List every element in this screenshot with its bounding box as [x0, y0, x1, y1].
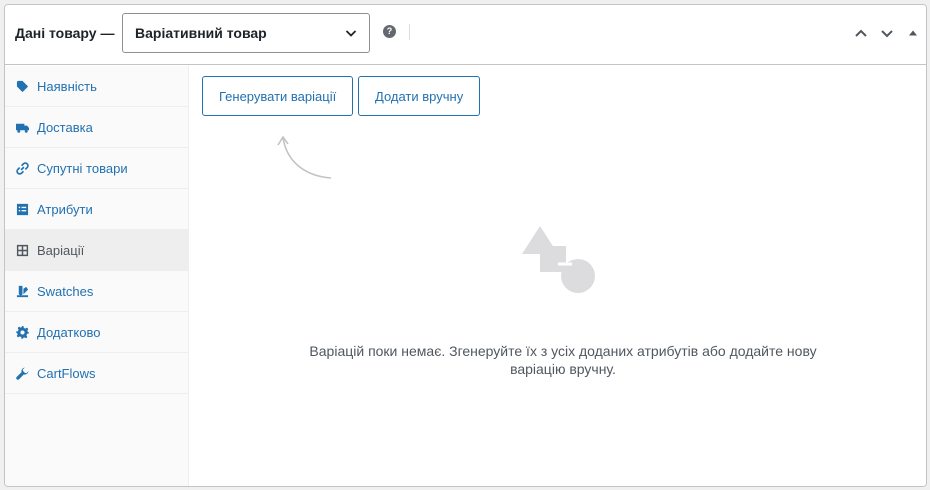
tab-label: Додатково	[37, 324, 101, 340]
toggle-panel-button[interactable]	[905, 25, 921, 41]
product-data-panel: Дані товару — Варіативний товар ? Наявні…	[4, 4, 927, 487]
triangle-up-icon	[909, 30, 917, 36]
tab-cartflows[interactable]: CartFlows	[5, 353, 188, 394]
add-manually-button[interactable]: Додати вручну	[358, 76, 481, 116]
tab-label: Атрибути	[37, 201, 93, 217]
tab-advanced[interactable]: Додатково	[5, 312, 188, 353]
chevron-up-icon	[855, 29, 867, 37]
gear-icon	[15, 325, 29, 339]
tab-inventory[interactable]: Наявність	[5, 66, 188, 107]
move-up-button[interactable]	[853, 25, 869, 41]
product-type-value: Варіативний товар	[135, 25, 267, 41]
tab-label: Варіації	[37, 242, 85, 258]
empty-state-line: варіацію вручну.	[510, 361, 616, 377]
link-icon	[15, 161, 29, 175]
variations-panel: Генерувати варіації Додати вручну Варіац…	[190, 66, 926, 486]
panel-title: Дані товару —	[15, 25, 115, 41]
tab-label: Swatches	[37, 283, 94, 299]
tab-attributes[interactable]: Атрибути	[5, 189, 188, 230]
tab-label: Доставка	[37, 119, 93, 135]
curved-arrow-icon	[277, 135, 332, 179]
help-icon[interactable]: ?	[383, 25, 396, 38]
swatches-icon	[15, 284, 29, 298]
tab-label: Наявність	[37, 78, 97, 94]
tab-label: Супутні товари	[37, 160, 128, 176]
header-divider	[409, 24, 410, 40]
tab-linked-products[interactable]: Супутні товари	[5, 148, 188, 189]
product-type-select[interactable]: Варіативний товар	[122, 13, 370, 53]
generate-variations-button[interactable]: Генерувати варіації	[202, 76, 354, 116]
chevron-down-icon	[345, 30, 357, 37]
shapes-illustration-icon	[522, 226, 595, 293]
tab-variations[interactable]: Варіації	[5, 230, 188, 271]
product-data-tabs: Наявність Доставка Супутні товари Атрибу…	[5, 66, 189, 486]
tab-swatches[interactable]: Swatches	[5, 271, 188, 312]
tab-label: CartFlows	[37, 365, 96, 381]
wrench-icon	[15, 366, 29, 380]
list-icon	[15, 202, 29, 216]
empty-state-message: Варіацій поки немає. Згенеруйте їх з усі…	[280, 342, 846, 378]
truck-icon	[15, 120, 29, 134]
tag-icon	[15, 79, 29, 93]
move-down-button[interactable]	[879, 25, 895, 41]
grid-icon	[15, 243, 29, 257]
empty-state-line: Варіацій поки немає. Згенеруйте їх з усі…	[309, 343, 817, 359]
chevron-down-icon	[881, 30, 893, 38]
tab-shipping[interactable]: Доставка	[5, 107, 188, 148]
panel-header: Дані товару — Варіативний товар ?	[5, 5, 926, 65]
